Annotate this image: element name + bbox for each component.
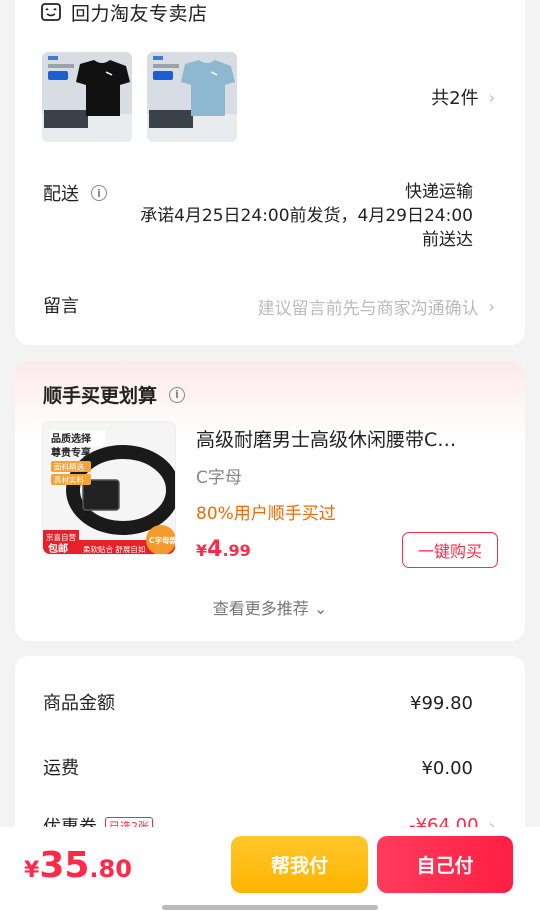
recommend-price: ¥ 4 .99 — [196, 537, 251, 562]
goods-amount-value: ¥99.80 — [410, 693, 473, 714]
img-tag-a: 面料精选 — [54, 462, 84, 472]
note-label: 留言 — [43, 296, 79, 317]
one-click-buy-button[interactable]: 一键购买 — [402, 532, 498, 568]
chevron-right-icon: › — [488, 87, 495, 107]
goods-amount-label: 商品金额 — [43, 693, 115, 714]
chevron-right-icon: › — [488, 297, 495, 316]
total-dec: .80 — [89, 855, 132, 883]
img-corner: C字母款 — [149, 535, 176, 545]
delivery-info: 快递运输 承诺4月25日24:00前发货，4月29日24:00 前送达 — [140, 180, 473, 252]
chevron-down-icon: ⌄ — [313, 599, 328, 618]
delivery-promise-2: 前送达 — [422, 230, 473, 250]
img-bottom-a: 京喜自营 — [46, 532, 76, 542]
item-count-row[interactable]: 共2件 › — [431, 84, 495, 110]
shop-card: 回力淘友专卖店 共2件 › 配送 i 快递运输 承诺4月25日24:00前发货，… — [15, 0, 525, 345]
info-icon[interactable]: i — [169, 386, 186, 403]
img-bottom-b: 包邮 — [48, 542, 68, 555]
view-more-recommend[interactable]: 查看更多推荐 ⌄ — [15, 595, 525, 619]
total-currency: ¥ — [24, 858, 40, 883]
recommend-title-row: 顺手买更划算 i — [43, 381, 186, 408]
recommend-title: 顺手买更划算 — [43, 385, 158, 407]
view-more-label: 查看更多推荐 — [212, 599, 309, 618]
shop-name: 回力淘友专卖店 — [71, 2, 208, 25]
item-count: 共2件 — [431, 88, 479, 109]
img-tag-b: 真材实料 — [54, 475, 84, 485]
img-line2: 尊贵专享 — [51, 446, 91, 459]
delivery-label: 配送 — [43, 184, 79, 205]
shop-icon — [41, 3, 61, 21]
delivery-label-row: 配送 i — [43, 180, 107, 206]
shipping-value: ¥0.00 — [421, 758, 473, 779]
recommend-product-name[interactable]: 高级耐磨男士高级休闲腰带C… — [196, 425, 501, 452]
blue-shirt-image — [147, 52, 237, 142]
help-me-pay-button[interactable]: 帮我付 — [231, 836, 368, 893]
img-bottom-c: 柔软贴合 舒展自如 — [83, 544, 145, 554]
delivery-promise-1: 承诺4月25日24:00前发货，4月29日24:00 — [140, 206, 473, 226]
recommend-social-proof: 80%用户顺手买过 — [196, 504, 336, 524]
black-shirt-image — [42, 52, 132, 142]
price-dec: .99 — [222, 541, 251, 560]
product-thumb-blue-shirt[interactable] — [147, 52, 237, 142]
home-indicator[interactable] — [162, 905, 378, 910]
img-line1: 品质选择 — [51, 432, 92, 445]
price-int: 4 — [207, 537, 223, 562]
price-currency: ¥ — [196, 541, 208, 560]
info-icon[interactable]: i — [91, 185, 107, 201]
belt-image: 品质选择 尊贵专享 面料精选 真材实料 京喜自营 包邮 柔软贴合 舒展自如 C字… — [43, 422, 176, 555]
self-pay-button[interactable]: 自己付 — [377, 836, 513, 893]
note-input[interactable]: 建议留言前先与商家沟通确认 › — [258, 294, 495, 319]
total-int: 35 — [39, 845, 90, 886]
belt-product-image[interactable]: 品质选择 尊贵专享 面料精选 真材实料 京喜自营 包邮 柔软贴合 舒展自如 C字… — [42, 421, 176, 555]
total-price: ¥ 35 .80 — [24, 845, 132, 886]
shipping-label: 运费 — [43, 758, 79, 779]
shop-header[interactable]: 回力淘友专卖店 — [41, 0, 208, 25]
recommend-variant: C字母 — [196, 468, 242, 488]
delivery-method: 快递运输 — [405, 182, 473, 202]
recommend-card: 顺手买更划算 i 品质选择 尊贵专享 面料精选 真材实料 京喜自营 包邮 柔软贴… — [15, 361, 525, 641]
product-thumb-black-shirt[interactable] — [42, 52, 132, 142]
note-placeholder: 建议留言前先与商家沟通确认 — [257, 299, 479, 319]
bottom-pay-bar: ¥ 35 .80 帮我付 自己付 — [0, 827, 540, 911]
